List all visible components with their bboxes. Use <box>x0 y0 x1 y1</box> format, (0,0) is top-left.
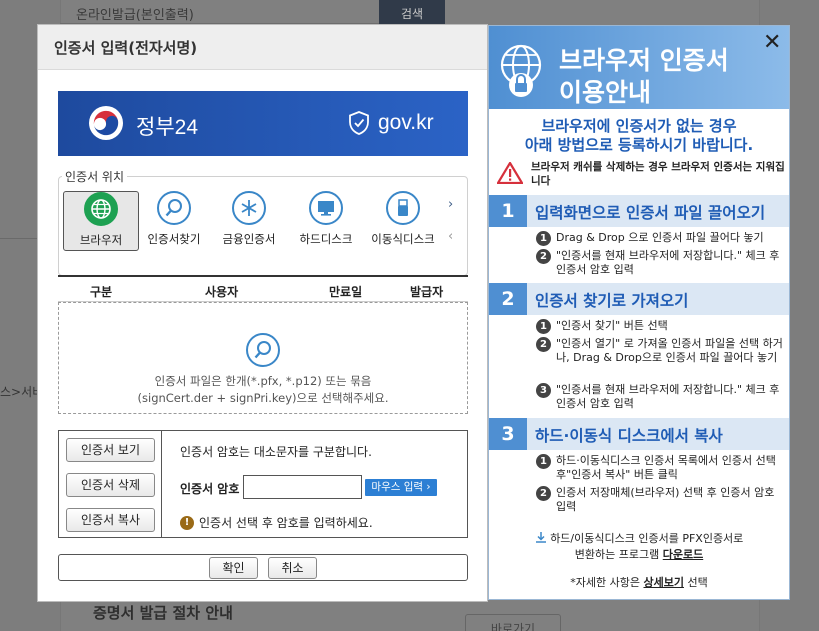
guide-intro: 브라우저에 인증서가 없는 경우 아래 방법으로 등록하시기 바랍니다. <box>489 117 789 155</box>
location-hard-disk[interactable]: 하드디스크 <box>288 191 364 251</box>
step-3-item-1: 1 하드·이동식디스크 인증서 목록에서 인증서 선택 후"인증서 복사" 버튼 … <box>536 454 784 482</box>
pfx-line1: 하드/이동식디스크 인증서를 PFX인증서로 <box>550 532 744 545</box>
drop-text-line2: (signCert.der + signPri.key)으로 선택해주세요. <box>137 391 389 405</box>
guide-intro-line2: 아래 방법으로 등록하시기 바랍니다. <box>524 136 754 154</box>
detail-suffix: 선택 <box>687 576 708 589</box>
pfx-line2: 변환하는 프로그램 <box>574 548 660 561</box>
download-icon <box>535 532 546 543</box>
location-browser-label: 브라우저 <box>79 233 123 247</box>
asterisk-icon <box>232 191 266 225</box>
background-bottom-title: 증명서 발급 절차 안내 <box>93 604 233 622</box>
modal-title: 인증서 입력(전자서명) <box>38 25 487 70</box>
delete-certificate-button[interactable]: 인증서 삭제 <box>66 473 155 497</box>
certificate-modal: 인증서 입력(전자서명) 정부24 gov.kr 인증서 위치 브라우저 인증서… <box>37 24 488 602</box>
download-link[interactable]: 다운로드 <box>663 548 703 561</box>
password-control-box: 인증서 보기 인증서 삭제 인증서 복사 인증서 암호는 대소문자를 구분합니다… <box>58 430 468 538</box>
password-warning-text: 인증서 선택 후 암호를 입력하세요. <box>199 516 373 530</box>
globe-lock-icon <box>500 44 542 97</box>
header-expiry: 만료일 <box>329 285 363 299</box>
certificate-drop-zone[interactable]: 인증서 파일은 한개(*.pfx, *.p12) 또는 묶음 (signCert… <box>58 302 468 414</box>
action-bar: 확인 취소 <box>58 554 468 581</box>
step-3-header: 3 하드·이동식 디스크에서 복사 <box>489 418 789 450</box>
step-2-number: 2 <box>489 283 527 315</box>
location-find-cert-label: 인증서찾기 <box>147 232 201 246</box>
mouse-input-button[interactable]: 마우스 입력 › <box>365 479 437 496</box>
location-removable-disk[interactable]: 이동식디스크 <box>365 191 441 251</box>
guide-title-line2: 이용안내 <box>559 78 652 107</box>
step-2-item-3: 3 "인증서를 현재 브라우저에 저장합니다." 체크 후 인증서 암호 입력 <box>536 383 784 411</box>
table-header: 구분 사용자 만료일 발급자 <box>58 275 468 302</box>
location-financial-cert[interactable]: 금융인증서 <box>211 191 287 251</box>
step-1-number: 1 <box>489 195 527 227</box>
gov24-banner: 정부24 gov.kr <box>58 91 468 156</box>
drop-text-line1: 인증서 파일은 한개(*.pfx, *.p12) 또는 묶음 <box>154 374 372 388</box>
location-find-cert[interactable]: 인증서찾기 <box>136 191 212 251</box>
banner-domain: gov.kr <box>378 111 434 134</box>
view-certificate-button[interactable]: 인증서 보기 <box>66 438 155 462</box>
step-1-item-1: 1 Drag & Drop 으로 인증서 파일 끌어다 놓기 <box>536 231 784 246</box>
close-icon[interactable]: ✕ <box>763 32 781 54</box>
step-3-title: 하드·이동식 디스크에서 복사 <box>535 427 723 445</box>
taegeuk-logo-icon <box>89 106 123 140</box>
background-search-button: 검색 <box>379 0 445 24</box>
step-2-item-1: 1 "인증서 찾기" 버튼 선택 <box>536 319 784 334</box>
password-warning: ! 인증서 선택 후 암호를 입력하세요. <box>180 514 373 531</box>
globe-icon <box>84 192 118 226</box>
password-input[interactable] <box>243 475 362 499</box>
warning-triangle-icon <box>497 162 523 184</box>
step-3-item-2: 2 인증서 저장매체(브라우저) 선택 후 인증서 암호 입력 <box>536 486 784 514</box>
header-user: 사용자 <box>205 285 239 299</box>
background-bottom-button: 바로가기 <box>465 614 561 631</box>
detail-link[interactable]: 상세보기 <box>643 576 683 589</box>
cache-warning-text: 브라우저 캐쉬를 삭제하는 경우 브라우저 인증서는 지워집니다 <box>531 161 785 187</box>
location-legend: 인증서 위치 <box>62 168 128 185</box>
step-1-title: 입력화면으로 인증서 파일 끌어오기 <box>535 204 766 222</box>
certificate-action-buttons: 인증서 보기 인증서 삭제 인증서 복사 <box>59 431 162 537</box>
search-icon <box>157 191 191 225</box>
pfx-convert-note: 하드/이동식디스크 인증서를 PFX인증서로 변환하는 프로그램 다운로드 <box>489 531 789 563</box>
step-2-item-2: 2 "인증서 열기" 로 가져올 인증서 파일을 선택 하거나, Drag & D… <box>536 337 784 365</box>
step-1-item-2: 2 "인증서를 현재 브라우저에 저장합니다." 체크 후 인증서 암호 입력 <box>536 249 784 277</box>
certificate-table: 구분 사용자 만료일 발급자 인증서 파일은 한개(*.pfx, *.p12) … <box>58 275 468 415</box>
usb-icon <box>386 191 420 225</box>
exclamation-icon: ! <box>180 515 194 530</box>
header-issuer: 발급자 <box>410 285 444 299</box>
guide-intro-line1: 브라우저에 인증서가 없는 경우 <box>541 117 737 135</box>
detail-note: *자세한 사항은 상세보기 선택 <box>489 575 789 591</box>
location-browser[interactable]: 브라우저 <box>63 191 139 251</box>
shield-check-icon <box>349 111 369 135</box>
guide-title-line1: 브라우저 인증서 <box>559 46 729 75</box>
header-type: 구분 <box>90 285 113 299</box>
location-financial-cert-label: 금융인증서 <box>222 232 276 246</box>
case-sensitivity-note: 인증서 암호는 대소문자를 구분합니다. <box>180 445 372 459</box>
step-1-header: 1 입력화면으로 인증서 파일 끌어오기 <box>489 195 789 227</box>
step-2-header: 2 인증서 찾기로 가져오기 <box>489 283 789 315</box>
password-label: 인증서 암호 <box>180 482 240 496</box>
banner-name: 정부24 <box>136 116 198 139</box>
location-prev-icon[interactable]: ‹ <box>448 229 453 244</box>
background-divider <box>0 238 37 239</box>
location-next-icon[interactable]: › <box>448 197 453 212</box>
cache-warning: 브라우저 캐쉬를 삭제하는 경우 브라우저 인증서는 지워집니다 <box>497 160 787 188</box>
search-icon <box>246 333 280 367</box>
copy-certificate-button[interactable]: 인증서 복사 <box>66 508 155 532</box>
detail-prefix: *자세한 사항은 <box>570 576 640 589</box>
browser-cert-guide-panel: 브라우저 인증서 이용안내 ✕ 브라우저에 인증서가 없는 경우 아래 방법으로… <box>488 25 790 600</box>
step-3-number: 3 <box>489 418 527 450</box>
cancel-button[interactable]: 취소 <box>268 557 317 579</box>
location-hard-disk-label: 하드디스크 <box>299 232 353 246</box>
location-removable-disk-label: 이동식디스크 <box>371 232 435 246</box>
confirm-button[interactable]: 확인 <box>209 557 258 579</box>
guide-header: 브라우저 인증서 이용안내 ✕ <box>489 26 789 109</box>
monitor-icon <box>309 191 343 225</box>
step-2-title: 인증서 찾기로 가져오기 <box>535 292 689 310</box>
background-row: 온라인발급(본인출력) <box>60 0 380 24</box>
